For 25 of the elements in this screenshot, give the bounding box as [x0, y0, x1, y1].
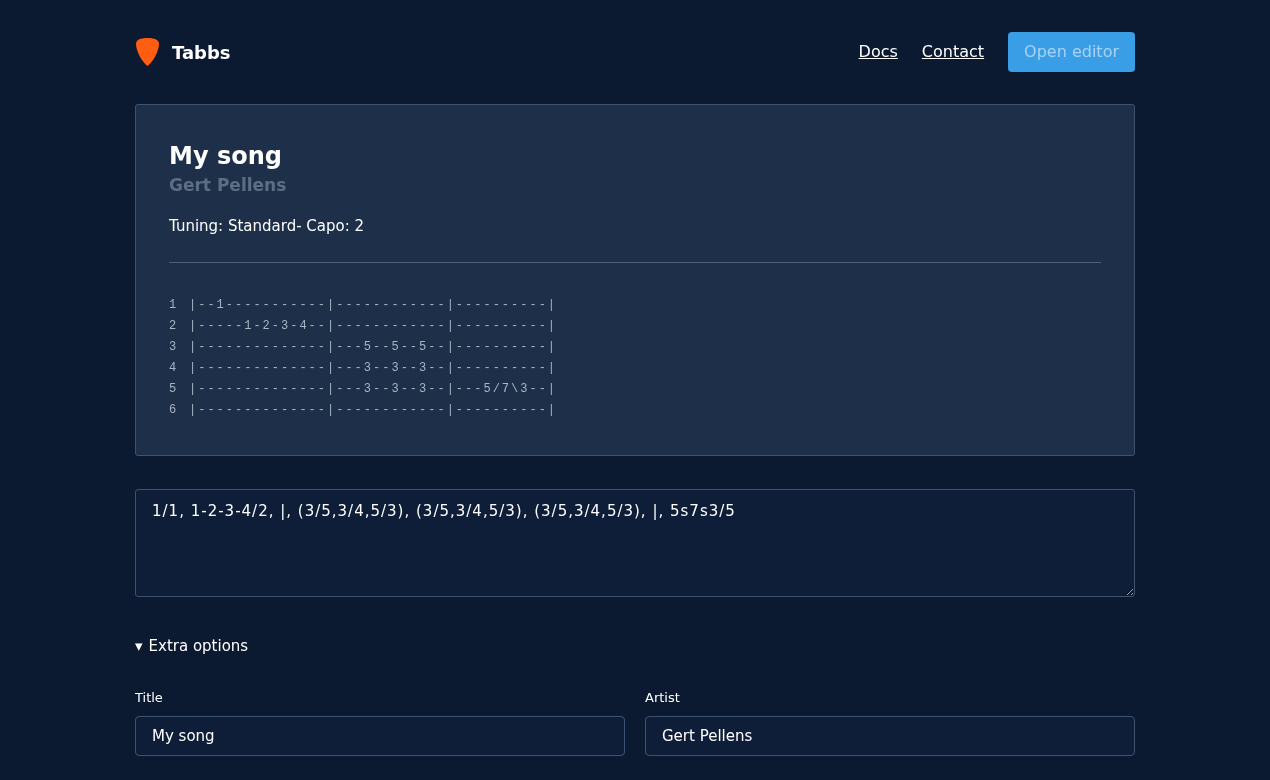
text-field[interactable]: My song — [135, 716, 625, 756]
tab-input-field[interactable]: 1/1, 1-2-3-4/2, |, (3/5,3/4,5/3), (3/5,3/4,5/3), (3/5,3/4,5/3), |, 5s7s3/5 — [135, 488, 1135, 597]
tab-line: |-----1-2-3-4--|------------|----------| — [189, 317, 558, 335]
nav-link[interactable]: Contact — [921, 40, 985, 64]
tab-line: |--------------|---3--3--3--|---5/7\3--| — [189, 380, 558, 398]
guitar-pick-icon — [135, 37, 160, 67]
extra-options-toggle[interactable]: ▾ Extra options — [135, 634, 249, 657]
field-label: Artist — [645, 689, 681, 707]
tab-line: |--------------|---3--3--3--|----------| — [189, 359, 558, 377]
tab-line: |--------------|------------|----------| — [189, 401, 558, 419]
field-label: Title — [135, 689, 164, 707]
line-number: 3 — [169, 338, 177, 356]
song-title: My song — [169, 141, 283, 171]
logo-text: Tabbs — [172, 40, 231, 65]
text-field[interactable]: Gert Pellens — [645, 716, 1135, 756]
tab-line: |--1-----------|------------|----------| — [189, 296, 558, 314]
tab-line: |--------------|---5--5--5--|----------| — [189, 338, 558, 356]
line-number: 6 — [169, 401, 177, 419]
line-number: 2 — [169, 317, 177, 335]
tuning-text: Tuning: Standard- Capo: 2 — [169, 216, 366, 237]
line-number: 1 — [169, 296, 177, 314]
line-number: 5 — [169, 380, 177, 398]
line-number: 4 — [169, 359, 177, 377]
song-artist: Gert Pellens — [169, 174, 288, 197]
nav-link[interactable]: Docs — [858, 40, 898, 64]
